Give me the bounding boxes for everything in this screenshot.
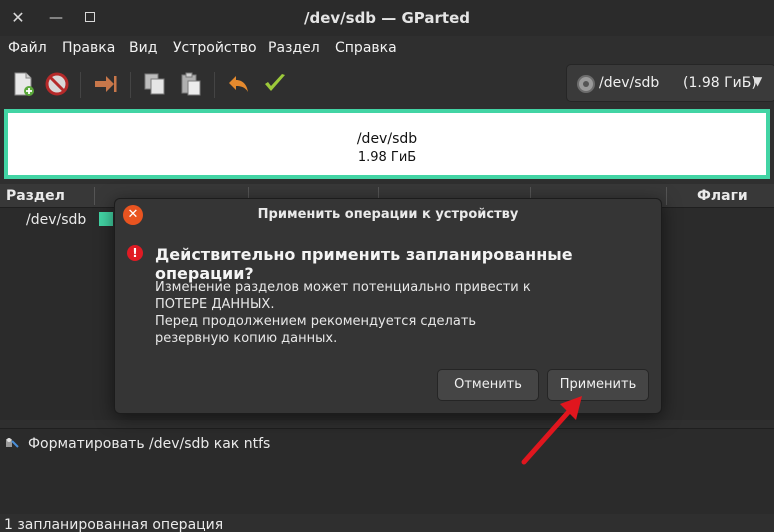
apply-icon[interactable] (262, 71, 288, 97)
toolbar-separator (130, 72, 131, 98)
menu-partition[interactable]: Раздел (268, 40, 320, 56)
chevron-down-icon: ▼ (753, 74, 763, 88)
column-flags[interactable]: Флаги (697, 188, 748, 204)
status-text: 1 запланированная операция (4, 517, 224, 532)
toolbar-separator (80, 72, 81, 98)
device-selector[interactable]: /dev/sdb (1.98 ГиБ) ▼ (566, 64, 774, 102)
dialog-message: Изменение разделов может потенциально пр… (155, 279, 615, 347)
disk-map-size: 1.98 ГиБ (357, 150, 417, 165)
status-bar: 1 запланированная операция (0, 514, 774, 532)
copy-icon[interactable] (142, 71, 168, 97)
column-partition[interactable]: Раздел (6, 188, 65, 204)
undo-icon[interactable] (226, 71, 252, 97)
disk-map-partition[interactable]: /dev/sdb 1.98 ГиБ (8, 113, 766, 175)
format-operation-icon (6, 438, 19, 448)
title-bar: ✕ — /dev/sdb — GParted (0, 0, 774, 36)
resize-move-icon[interactable] (92, 71, 118, 97)
annotation-arrow-icon (521, 396, 582, 465)
disk-icon (577, 75, 595, 93)
menu-bar: Файл Правка Вид Устройство Раздел Справк… (0, 36, 774, 62)
delete-icon[interactable] (44, 71, 70, 97)
menu-edit[interactable]: Правка (62, 40, 115, 56)
apply-operations-dialog: ✕ Применить операции к устройству ! Дейс… (114, 198, 662, 414)
menu-device[interactable]: Устройство (173, 40, 257, 56)
device-name: /dev/sdb (599, 75, 660, 91)
menu-help[interactable]: Справка (335, 40, 397, 56)
column-separator (94, 187, 95, 205)
column-separator (666, 187, 667, 205)
toolbar-separator (214, 72, 215, 98)
dialog-message-line: резервную копию данных. (155, 331, 338, 346)
partition-cell: /dev/sdb (26, 212, 87, 228)
operation-item[interactable]: Форматировать /dev/sdb как ntfs (28, 436, 270, 452)
device-size: (1.98 ГиБ) (683, 75, 757, 91)
disk-map-device: /dev/sdb (356, 131, 418, 147)
warning-icon: ! (127, 245, 143, 261)
menu-file[interactable]: Файл (8, 40, 47, 56)
paste-icon[interactable] (178, 71, 204, 97)
dialog-message-line: Изменение разделов может потенциально пр… (155, 280, 531, 295)
dialog-message-line: ПОТЕРЕ ДАННЫХ. (155, 297, 275, 312)
disk-map[interactable]: /dev/sdb 1.98 ГиБ (4, 109, 770, 179)
menu-view[interactable]: Вид (129, 40, 157, 56)
filesystem-color-swatch (99, 212, 113, 226)
dialog-message-line: Перед продолжением рекомендуется сделать (155, 314, 477, 329)
window-title: /dev/sdb — GParted (304, 9, 470, 27)
new-partition-icon[interactable] (10, 71, 36, 97)
dialog-heading: Действительно применить запланированные … (155, 245, 573, 283)
dialog-title: Применить операции к устройству (257, 207, 519, 222)
pending-operations-panel: Форматировать /dev/sdb как ntfs (0, 428, 774, 514)
